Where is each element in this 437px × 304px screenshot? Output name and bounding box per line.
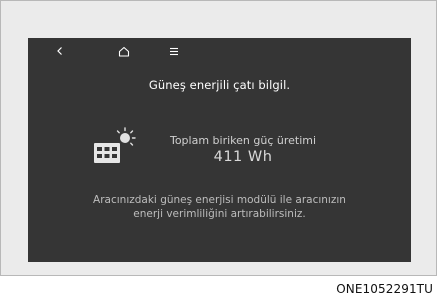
home-button[interactable] [113,41,135,61]
back-button[interactable] [49,41,71,61]
total-power-label: Toplam biriken güç üretimi [169,134,317,147]
infotainment-screen: Güneş enerjili çatı bilgil. Toplam birik… [28,38,411,262]
solar-panel-sun-icon [94,127,136,163]
description-text: Aracınızdaki güneş enerjisi modülü ile a… [38,194,401,221]
chevron-left-icon [57,47,62,55]
description-line-1: Aracınızdaki güneş enerjisi modülü ile a… [93,194,346,206]
figure-code: ONE1052291TU [336,282,433,296]
top-bar [28,38,411,64]
home-icon [118,46,130,57]
total-power-value: 411 Wh [213,149,273,165]
description-line-2: enerji verimliliğini artırabilirsiniz. [133,207,306,220]
menu-icon [170,47,178,55]
figure-frame: Güneş enerjili çatı bilgil. Toplam birik… [0,0,437,276]
menu-button[interactable] [163,41,185,61]
page-title: Güneş enerjili çatı bilgil. [148,78,291,92]
